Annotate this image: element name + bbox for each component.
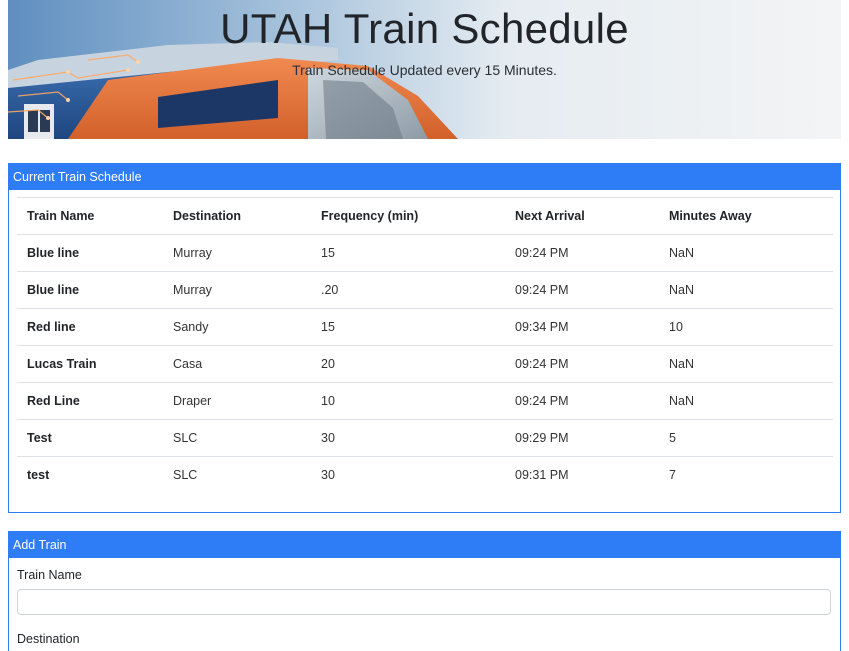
cell-next-arrival: 09:29 PM — [505, 419, 659, 457]
cell-minutes-away: 10 — [659, 308, 833, 346]
cell-train-name: Red line — [17, 308, 163, 346]
column-header-next-arrival: Next Arrival — [505, 197, 659, 235]
cell-destination: Draper — [163, 382, 311, 420]
column-header-minutes-away: Minutes Away — [659, 197, 833, 235]
cell-next-arrival: 09:24 PM — [505, 234, 659, 272]
cell-minutes-away: 5 — [659, 419, 833, 457]
train-name-input[interactable] — [17, 589, 831, 615]
cell-minutes-away: NaN — [659, 382, 833, 420]
cell-next-arrival: 09:24 PM — [505, 382, 659, 420]
add-train-card: Add Train Train Name Destination — [8, 531, 841, 651]
hero-banner: UTAH Train Schedule Train Schedule Updat… — [8, 0, 841, 139]
column-header-frequency: Frequency (min) — [311, 197, 505, 235]
table-row: Blue line Murray 15 09:24 PM NaN — [17, 234, 833, 272]
schedule-card-header: Current Train Schedule — [9, 164, 840, 190]
cell-next-arrival: 09:24 PM — [505, 271, 659, 309]
cell-next-arrival: 09:34 PM — [505, 308, 659, 346]
page-title: UTAH Train Schedule — [220, 5, 629, 52]
cell-frequency: .20 — [311, 271, 505, 309]
cell-frequency: 15 — [311, 308, 505, 346]
cell-minutes-away: NaN — [659, 234, 833, 272]
cell-train-name: Red Line — [17, 382, 163, 420]
cell-next-arrival: 09:24 PM — [505, 345, 659, 383]
cell-frequency: 30 — [311, 456, 505, 493]
destination-label: Destination — [17, 632, 80, 646]
cell-destination: Casa — [163, 345, 311, 383]
cell-frequency: 15 — [311, 234, 505, 272]
page: UTAH Train Schedule Train Schedule Updat… — [0, 0, 849, 651]
cell-frequency: 30 — [311, 419, 505, 457]
table-row: Blue line Murray .20 09:24 PM NaN — [17, 271, 833, 309]
cell-next-arrival: 09:31 PM — [505, 456, 659, 493]
column-header-train-name: Train Name — [17, 197, 163, 235]
cell-destination: Murray — [163, 234, 311, 272]
cell-destination: Sandy — [163, 308, 311, 346]
cell-destination: SLC — [163, 456, 311, 493]
cell-minutes-away: NaN — [659, 271, 833, 309]
table-row: Red line Sandy 15 09:34 PM 10 — [17, 308, 833, 346]
cell-frequency: 10 — [311, 382, 505, 420]
cell-train-name: Test — [17, 419, 163, 457]
add-train-card-header: Add Train — [9, 532, 840, 558]
cell-minutes-away: 7 — [659, 456, 833, 493]
page-subtitle: Train Schedule Updated every 15 Minutes. — [292, 62, 557, 78]
cell-minutes-away: NaN — [659, 345, 833, 383]
table-header-row: Train Name Destination Frequency (min) N… — [17, 197, 833, 235]
cell-destination: Murray — [163, 271, 311, 309]
table-row: Lucas Train Casa 20 09:24 PM NaN — [17, 345, 833, 383]
schedule-table: Train Name Destination Frequency (min) N… — [17, 197, 833, 493]
cell-train-name: Lucas Train — [17, 345, 163, 383]
cell-destination: SLC — [163, 419, 311, 457]
train-name-label: Train Name — [17, 568, 82, 582]
column-header-destination: Destination — [163, 197, 311, 235]
cell-frequency: 20 — [311, 345, 505, 383]
cell-train-name: test — [17, 456, 163, 493]
table-row: test SLC 30 09:31 PM 7 — [17, 456, 833, 493]
cell-train-name: Blue line — [17, 234, 163, 272]
schedule-card: Current Train Schedule Train Name Destin… — [8, 163, 841, 513]
table-row: Red Line Draper 10 09:24 PM NaN — [17, 382, 833, 420]
table-row: Test SLC 30 09:29 PM 5 — [17, 419, 833, 457]
cell-train-name: Blue line — [17, 271, 163, 309]
